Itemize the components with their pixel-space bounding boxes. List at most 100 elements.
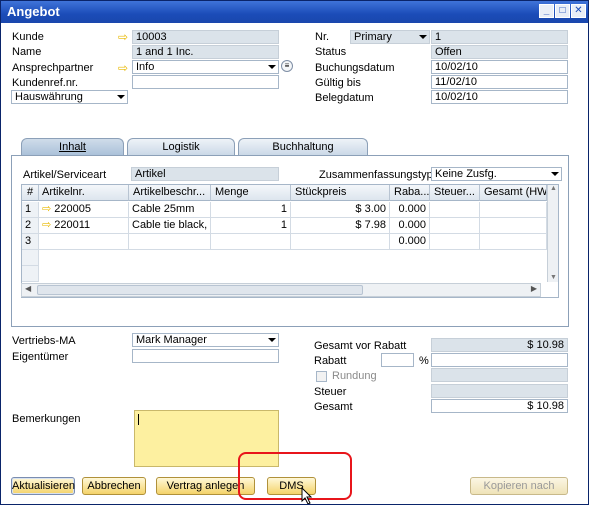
close-button[interactable]: ✕ — [571, 4, 586, 18]
window-title: Angebot — [7, 4, 60, 19]
items-table[interactable]: # Artikelnr. Artikelbeschr... Menge Stüc… — [21, 184, 559, 298]
nr-label: Nr. — [315, 31, 330, 43]
discount-cell[interactable]: 0.000 — [390, 234, 430, 250]
status-label: Status — [315, 46, 347, 58]
status-field[interactable]: Offen — [431, 45, 568, 59]
text-cursor — [138, 414, 139, 425]
vertrieb-value: Mark Manager — [136, 334, 207, 346]
percent-sign: % — [419, 355, 429, 367]
beleg-field[interactable]: 10/02/10 — [431, 90, 568, 104]
gesamt-label: Gesamt — [314, 401, 353, 413]
col-header[interactable]: Artikelnr. — [39, 185, 129, 201]
gesamt-vor-field[interactable]: $ 10.98 — [431, 338, 568, 352]
scroll-thumb[interactable] — [37, 285, 363, 295]
gesamt-vor-label: Gesamt vor Rabatt — [314, 340, 407, 352]
qty-cell[interactable]: 1 — [211, 218, 291, 234]
link-arrow-icon[interactable]: ⇨ — [42, 219, 51, 231]
col-header[interactable]: Stückpreis — [291, 185, 390, 201]
maximize-button[interactable]: □ — [555, 4, 570, 18]
artikel-type-select[interactable]: Artikel — [131, 167, 279, 181]
minimize-button[interactable]: _ — [539, 4, 554, 18]
row-number — [22, 250, 39, 266]
desc-cell[interactable]: Cable tie black, w — [129, 218, 211, 234]
total-cell[interactable] — [480, 202, 547, 218]
price-cell[interactable]: $ 7.98 — [291, 218, 390, 234]
chevron-down-icon — [268, 338, 276, 342]
gesamt-field[interactable]: $ 10.98 — [431, 399, 568, 413]
zusfas-select[interactable]: Keine Zusfg. — [431, 167, 562, 181]
tax-cell[interactable] — [430, 234, 480, 250]
row-number: 3 — [22, 234, 39, 250]
scroll-right-icon[interactable]: ▶ — [531, 284, 537, 293]
scroll-down-icon[interactable]: ▼ — [548, 274, 558, 281]
link-arrow-icon[interactable]: ⇨ — [118, 31, 132, 43]
chevron-down-icon — [419, 35, 427, 39]
series-select[interactable]: Primary — [350, 30, 430, 44]
row-number — [22, 266, 39, 282]
name-field[interactable]: 1 and 1 Inc. — [132, 45, 279, 59]
rabatt-pct-field[interactable] — [381, 353, 414, 367]
col-header[interactable]: Raba... — [390, 185, 430, 201]
col-header[interactable]: Menge — [211, 185, 291, 201]
kundenref-label: Kundenref.nr. — [12, 77, 79, 89]
price-cell[interactable] — [291, 234, 390, 250]
abbrechen-button[interactable]: Abbrechen — [82, 477, 146, 495]
item-cell[interactable] — [39, 234, 129, 250]
vertical-scrollbar[interactable]: ▲ ▼ — [547, 185, 558, 282]
qty-cell[interactable] — [211, 234, 291, 250]
scroll-left-icon[interactable]: ◀ — [25, 284, 31, 293]
gueltig-field[interactable]: 11/02/10 — [431, 75, 568, 89]
tax-cell[interactable] — [430, 218, 480, 234]
tax-cell[interactable] — [430, 202, 480, 218]
ansprech-label: Ansprechpartner — [12, 62, 94, 74]
col-header[interactable]: Gesamt (HW) — [480, 185, 547, 201]
total-cell[interactable] — [480, 218, 547, 234]
title-bar: Angebot _ □ ✕ — [1, 1, 588, 23]
mouse-cursor-icon — [301, 487, 313, 504]
total-cell[interactable] — [480, 234, 547, 250]
item-cell[interactable]: ⇨ 220005 — [39, 202, 129, 218]
item-number: 220011 — [54, 219, 91, 231]
tab-logistik[interactable]: Logistik — [127, 138, 235, 156]
ansprech-select[interactable]: Info — [132, 60, 279, 74]
eigentuemer-field[interactable] — [132, 349, 279, 363]
kundenref-field[interactable] — [132, 75, 279, 89]
kopieren-button[interactable]: Kopieren nach — [470, 477, 568, 495]
rabatt-amount-field[interactable] — [431, 353, 568, 367]
chevron-down-icon — [117, 95, 125, 99]
discount-cell[interactable]: 0.000 — [390, 202, 430, 218]
vertrieb-label: Vertriebs-MA — [12, 335, 76, 347]
name-label: Name — [12, 46, 42, 58]
annotation-highlight — [238, 452, 352, 500]
rundung-checkbox[interactable] — [316, 371, 327, 382]
link-arrow-icon[interactable]: ⇨ — [42, 203, 51, 215]
tab-inhalt[interactable]: Inhalt — [21, 138, 124, 156]
beleg-label: Belegdatum — [315, 92, 374, 104]
scroll-up-icon[interactable]: ▲ — [548, 185, 558, 192]
zusfas-value: Keine Zusfg. — [435, 168, 497, 180]
nr-field[interactable]: 1 — [431, 30, 568, 44]
aktualisieren-button[interactable]: Aktualisieren — [11, 477, 75, 495]
item-cell[interactable]: ⇨ 220011 — [39, 218, 129, 234]
qty-cell[interactable]: 1 — [211, 202, 291, 218]
currency-select[interactable]: Hauswährung — [11, 90, 128, 104]
buchung-field[interactable]: 10/02/10 — [431, 60, 568, 74]
kunde-field[interactable]: 10003 — [132, 30, 279, 44]
price-cell[interactable]: $ 3.00 — [291, 202, 390, 218]
col-header[interactable]: Artikelbeschr... — [129, 185, 211, 201]
steuer-field — [431, 384, 568, 398]
desc-cell[interactable] — [129, 234, 211, 250]
tab-buchhaltung[interactable]: Buchhaltung — [238, 138, 368, 156]
discount-cell[interactable]: 0.000 — [390, 218, 430, 234]
rabatt-label: Rabatt — [314, 355, 347, 367]
col-header[interactable]: Steuer... — [430, 185, 480, 201]
item-number: 220005 — [54, 203, 91, 215]
row-number: 1 — [22, 202, 39, 218]
list-icon[interactable]: ≡ — [281, 60, 293, 72]
artikel-label: Artikel/Serviceart — [23, 169, 107, 181]
link-arrow-icon[interactable]: ⇨ — [118, 62, 132, 74]
col-header[interactable]: # — [22, 185, 39, 201]
horizontal-scrollbar[interactable]: ◀ ▶ — [21, 283, 541, 297]
desc-cell[interactable]: Cable 25mm — [129, 202, 211, 218]
vertrieb-select[interactable]: Mark Manager — [132, 333, 279, 347]
